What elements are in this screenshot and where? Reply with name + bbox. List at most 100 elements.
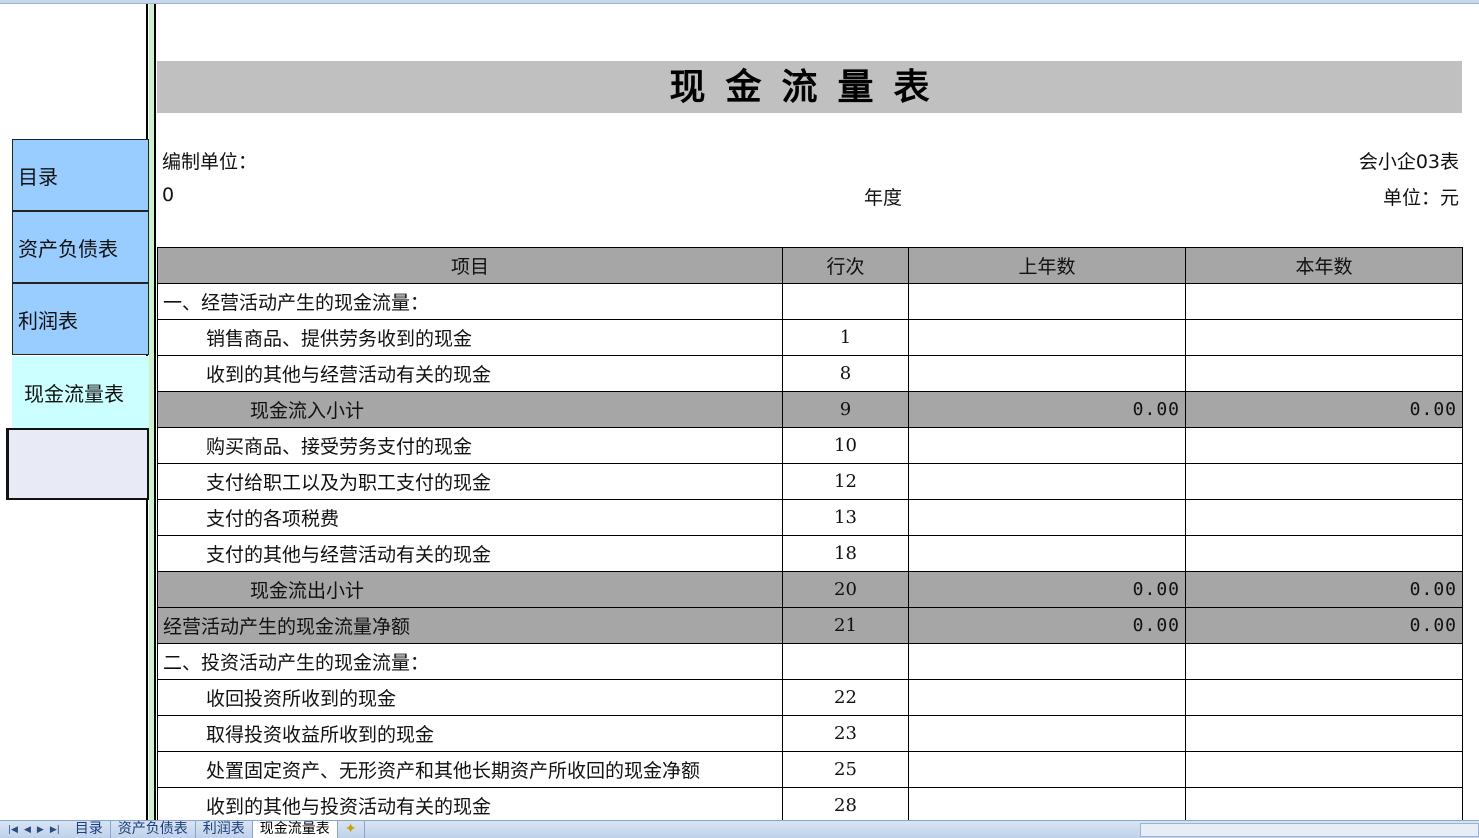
cell-current-year[interactable] (1186, 752, 1463, 788)
cell-line[interactable]: 8 (783, 356, 909, 392)
year-label: 年度 (864, 183, 902, 210)
table-row: 经营活动产生的现金流量净额210.000.00 (158, 608, 1463, 644)
cell-item[interactable]: 支付给职工以及为职工支付的现金 (158, 464, 783, 500)
cell-current-year[interactable] (1186, 284, 1463, 320)
tab-catalog[interactable]: 目录 (68, 821, 111, 838)
cell-prev-year[interactable] (909, 644, 1186, 680)
cell-current-year[interactable] (1186, 428, 1463, 464)
cell-current-year[interactable] (1186, 536, 1463, 572)
cell-line[interactable]: 21 (783, 608, 909, 644)
year-value[interactable]: 0 (162, 184, 174, 206)
selected-cell[interactable] (6, 428, 149, 500)
cell-item[interactable]: 购买商品、接受劳务支付的现金 (158, 428, 783, 464)
next-sheet-icon[interactable]: ▶ (37, 825, 44, 835)
cell-line[interactable]: 13 (783, 500, 909, 536)
currency-unit: 单位：元 (1383, 183, 1459, 210)
cell-current-year[interactable]: 0.00 (1186, 392, 1463, 428)
cell-line[interactable]: 1 (783, 320, 909, 356)
cell-line[interactable]: 22 (783, 680, 909, 716)
cell-current-year[interactable]: 0.00 (1186, 572, 1463, 608)
cell-item[interactable]: 收回投资所收到的现金 (158, 680, 783, 716)
cell-prev-year[interactable] (909, 536, 1186, 572)
table-row: 现金流出小计200.000.00 (158, 572, 1463, 608)
cell-item[interactable]: 取得投资收益所收到的现金 (158, 716, 783, 752)
header-prev-year: 上年数 (909, 248, 1186, 284)
cell-line[interactable] (783, 644, 909, 680)
cell-item[interactable]: 经营活动产生的现金流量净额 (158, 608, 783, 644)
table-row: 二、投资活动产生的现金流量： (158, 644, 1463, 680)
cell-current-year[interactable] (1186, 356, 1463, 392)
sheet-tab-bar: |◀ ◀ ▶ ▶| 目录 资产负债表 利润表 现金流量表 ✦ (0, 820, 1479, 838)
cell-item[interactable]: 支付的各项税费 (158, 500, 783, 536)
cell-item[interactable]: 一、经营活动产生的现金流量： (158, 284, 783, 320)
table-row: 处置固定资产、无形资产和其他长期资产所收回的现金净额25 (158, 752, 1463, 788)
cell-current-year[interactable] (1186, 644, 1463, 680)
cell-line[interactable]: 18 (783, 536, 909, 572)
insert-sheet-icon[interactable]: ✦ (338, 821, 365, 838)
cell-item[interactable]: 现金流入小计 (158, 392, 783, 428)
cell-prev-year[interactable] (909, 500, 1186, 536)
cell-prev-year[interactable] (909, 464, 1186, 500)
table-row: 取得投资收益所收到的现金23 (158, 716, 1463, 752)
nav-button-catalog[interactable]: 目录 (12, 139, 149, 211)
nav-button-income-statement[interactable]: 利润表 (12, 283, 149, 355)
tab-scroll-buttons: |◀ ◀ ▶ ▶| (0, 825, 68, 835)
cell-item[interactable]: 收到的其他与投资活动有关的现金 (158, 788, 783, 821)
cell-line[interactable]: 23 (783, 716, 909, 752)
cell-prev-year[interactable] (909, 752, 1186, 788)
worksheet: 现金流量表 编制单位： 会小企03表 0 年度 单位：元 项目 行次 上年数 本… (157, 4, 1479, 820)
divider-column (149, 4, 156, 820)
first-sheet-icon[interactable]: |◀ (8, 825, 18, 835)
header-item: 项目 (158, 248, 783, 284)
cell-prev-year[interactable] (909, 428, 1186, 464)
table-row: 收回投资所收到的现金22 (158, 680, 1463, 716)
cell-line[interactable]: 9 (783, 392, 909, 428)
cell-line[interactable]: 10 (783, 428, 909, 464)
cell-current-year[interactable]: 0.00 (1186, 608, 1463, 644)
table-row: 支付给职工以及为职工支付的现金12 (158, 464, 1463, 500)
cell-prev-year[interactable]: 0.00 (909, 572, 1186, 608)
cell-prev-year[interactable] (909, 284, 1186, 320)
cell-prev-year[interactable] (909, 356, 1186, 392)
table-row: 收到的其他与投资活动有关的现金28 (158, 788, 1463, 821)
last-sheet-icon[interactable]: ▶| (50, 825, 60, 835)
table-row: 销售商品、提供劳务收到的现金1 (158, 320, 1463, 356)
cell-current-year[interactable] (1186, 464, 1463, 500)
cell-line[interactable]: 25 (783, 752, 909, 788)
tab-cash-flow[interactable]: 现金流量表 (253, 821, 338, 838)
cell-line[interactable]: 20 (783, 572, 909, 608)
cell-prev-year[interactable]: 0.00 (909, 392, 1186, 428)
horizontal-scrollbar[interactable] (1140, 823, 1479, 837)
nav-button-balance-sheet[interactable]: 资产负债表 (12, 211, 149, 283)
cell-prev-year[interactable] (909, 788, 1186, 821)
table-header-row: 项目 行次 上年数 本年数 (158, 248, 1463, 284)
cell-item[interactable]: 二、投资活动产生的现金流量： (158, 644, 783, 680)
cell-current-year[interactable] (1186, 788, 1463, 821)
cell-prev-year[interactable] (909, 680, 1186, 716)
tab-balance-sheet[interactable]: 资产负债表 (111, 821, 196, 838)
cash-flow-table: 项目 行次 上年数 本年数 一、经营活动产生的现金流量：销售商品、提供劳务收到的… (157, 247, 1463, 820)
cell-item[interactable]: 收到的其他与经营活动有关的现金 (158, 356, 783, 392)
prev-sheet-icon[interactable]: ◀ (24, 825, 31, 835)
cell-prev-year[interactable]: 0.00 (909, 608, 1186, 644)
cell-line[interactable]: 12 (783, 464, 909, 500)
table-row: 购买商品、接受劳务支付的现金10 (158, 428, 1463, 464)
cell-item[interactable]: 销售商品、提供劳务收到的现金 (158, 320, 783, 356)
cell-prev-year[interactable] (909, 716, 1186, 752)
form-code: 会小企03表 (1359, 147, 1459, 174)
cell-current-year[interactable] (1186, 320, 1463, 356)
table-row: 支付的各项税费13 (158, 500, 1463, 536)
header-current-year: 本年数 (1186, 248, 1463, 284)
table-row: 现金流入小计90.000.00 (158, 392, 1463, 428)
cell-current-year[interactable] (1186, 716, 1463, 752)
cell-item[interactable]: 支付的其他与经营活动有关的现金 (158, 536, 783, 572)
cell-current-year[interactable] (1186, 680, 1463, 716)
nav-button-cash-flow[interactable]: 现金流量表 (12, 356, 149, 428)
cell-line[interactable] (783, 284, 909, 320)
cell-line[interactable]: 28 (783, 788, 909, 821)
cell-item[interactable]: 现金流出小计 (158, 572, 783, 608)
cell-prev-year[interactable] (909, 320, 1186, 356)
cell-current-year[interactable] (1186, 500, 1463, 536)
cell-item[interactable]: 处置固定资产、无形资产和其他长期资产所收回的现金净额 (158, 752, 783, 788)
tab-income-statement[interactable]: 利润表 (196, 821, 253, 838)
